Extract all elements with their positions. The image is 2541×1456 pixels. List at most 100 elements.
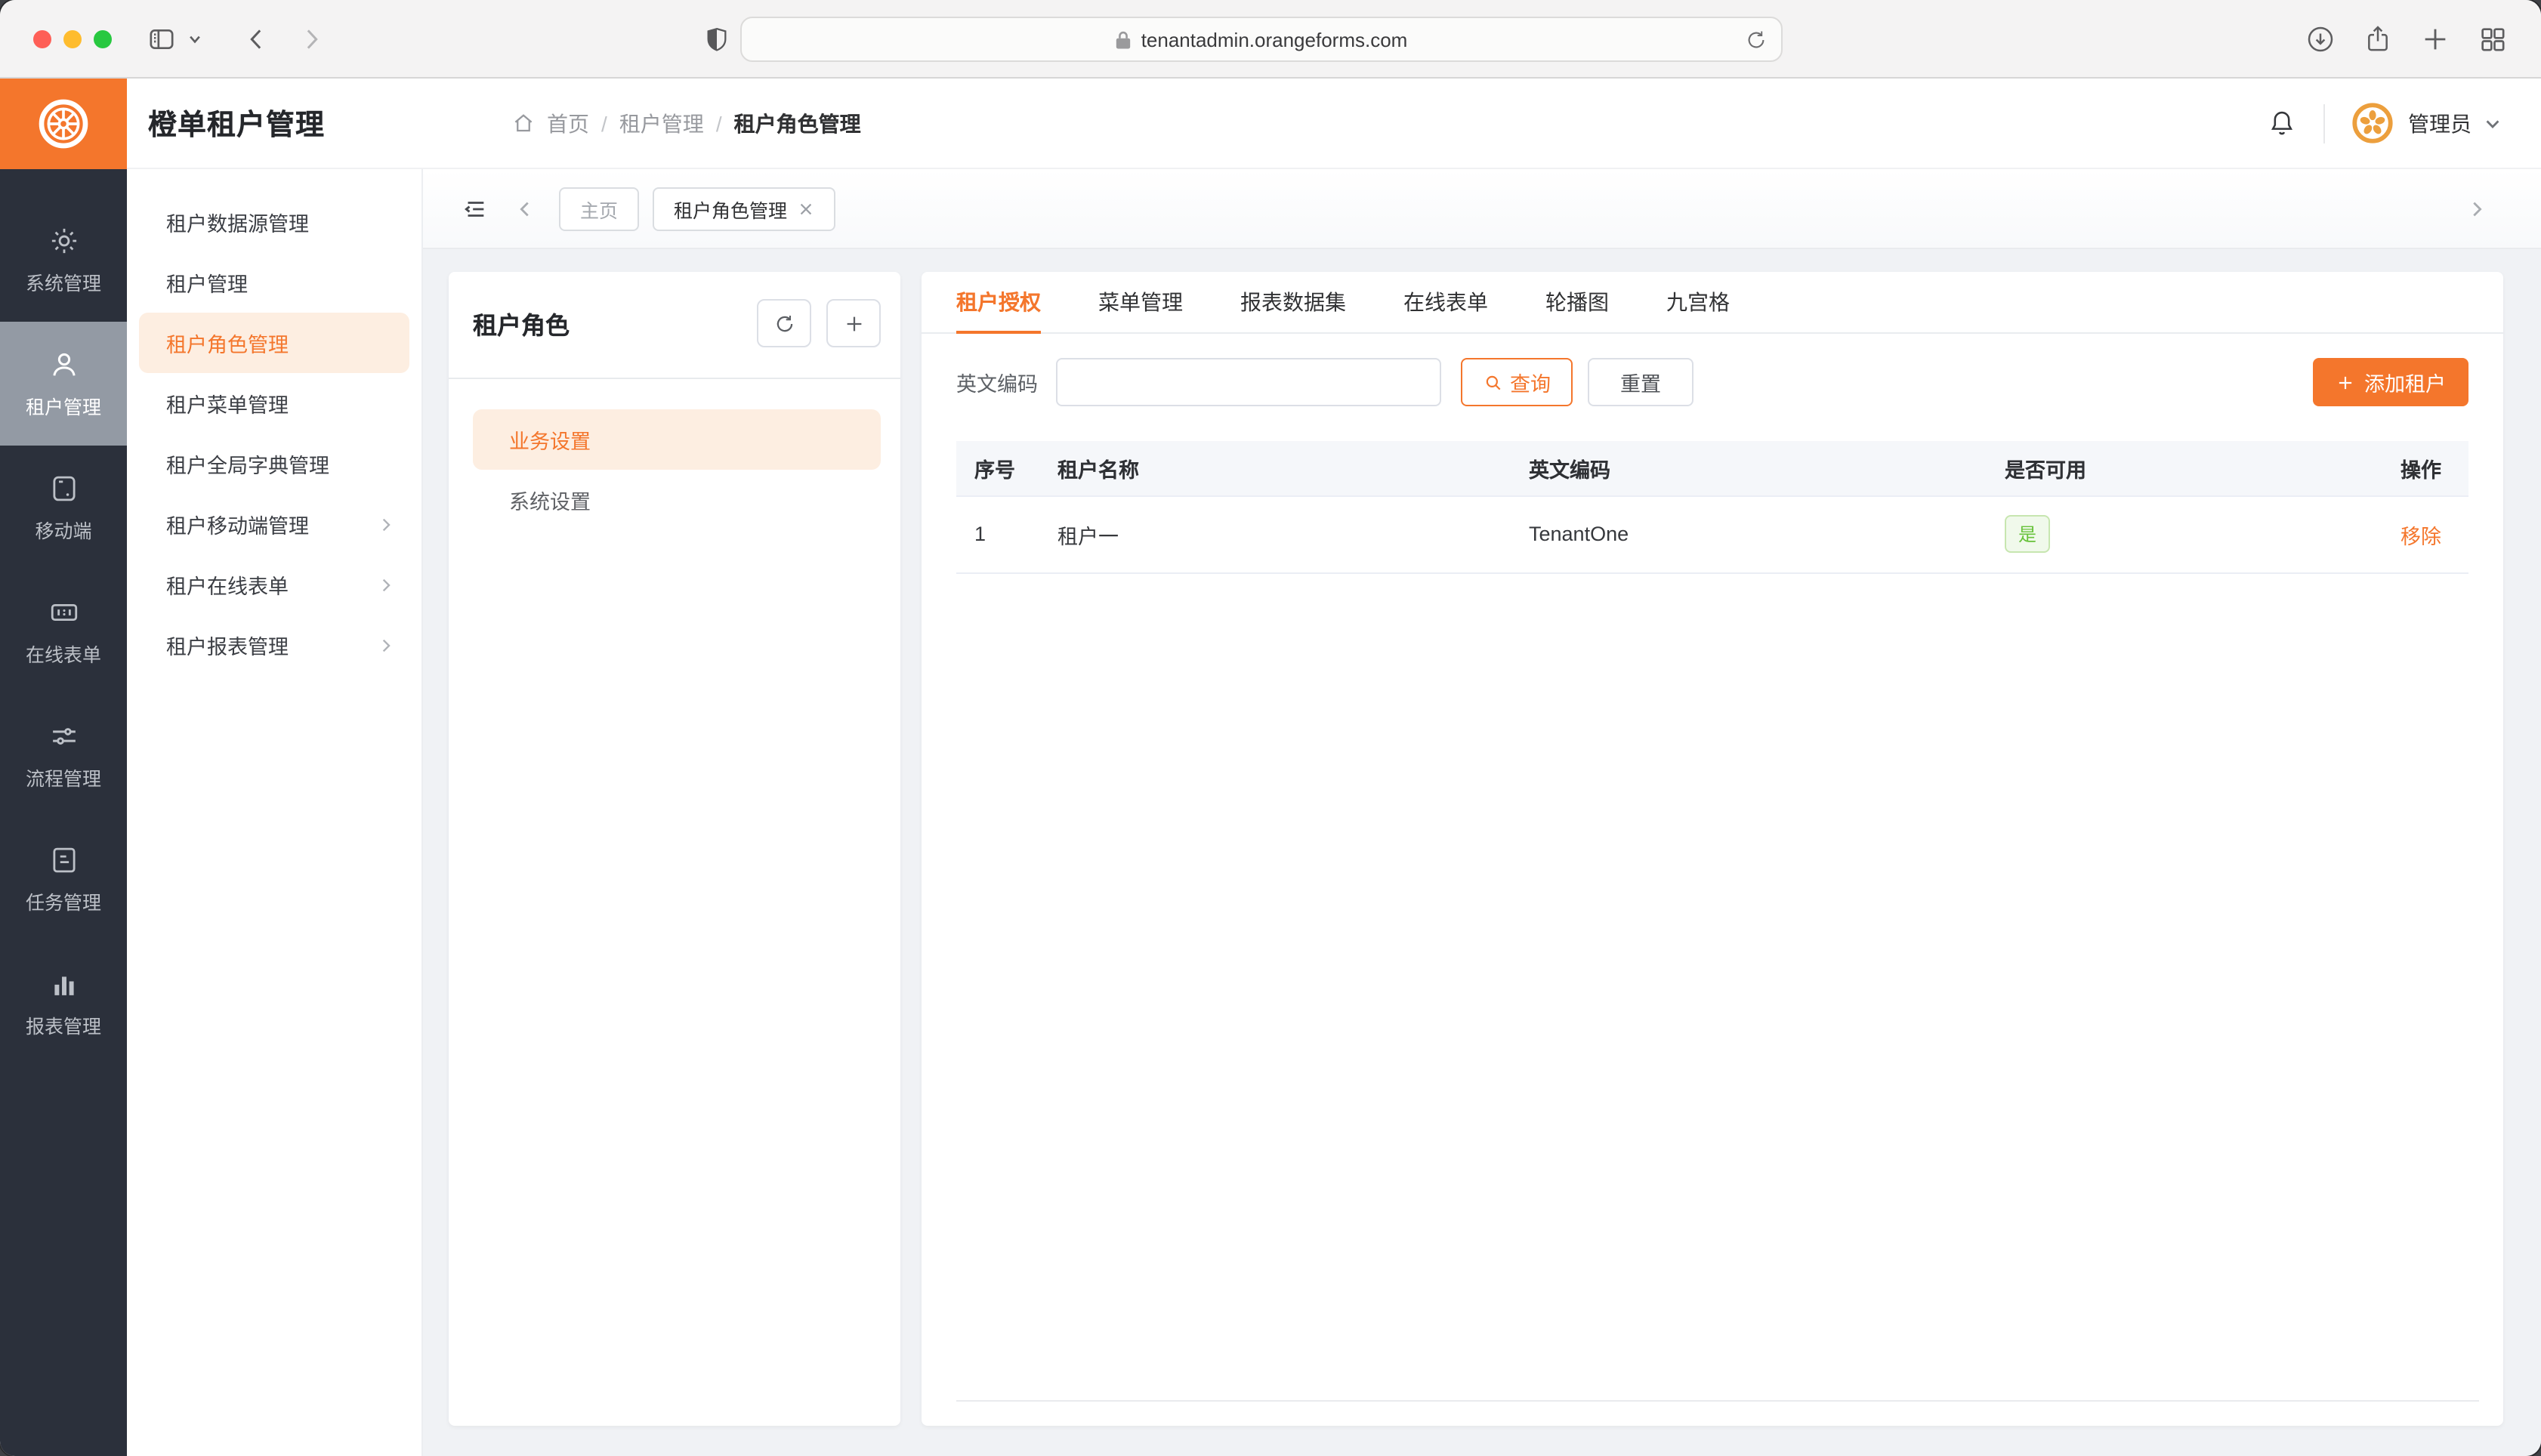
task-doc-icon [48,844,79,875]
breadcrumb-tenant-mgmt[interactable]: 租户管理 [619,108,704,138]
lock-icon [1116,29,1132,49]
new-tab-button[interactable] [2420,24,2450,54]
tab-tenant-authorization[interactable]: 租户授权 [956,272,1041,332]
chevron-right-icon [378,516,394,532]
sidebar-toggle-icon[interactable] [147,24,177,54]
main-area: 主页 租户角色管理 租户角色 [423,169,2541,1456]
user-avatar[interactable] [2352,103,2393,143]
rail-item-tenant-mgmt[interactable]: 租户管理 [0,322,127,446]
add-role-button[interactable] [826,299,881,347]
chevron-right-icon [378,637,394,653]
reset-button[interactable]: 重置 [1588,358,1693,406]
user-icon [48,348,79,380]
plus-icon [2336,372,2355,392]
orange-wheel-logo-icon [33,94,94,154]
page-tab-tenant-role-mgmt[interactable]: 租户角色管理 [653,187,835,230]
close-window-button[interactable] [33,30,51,48]
rail-item-label: 报表管理 [26,1010,101,1038]
user-menu-chevron-down-icon[interactable] [2484,114,2502,132]
collapse-sidebar-icon[interactable] [462,196,488,221]
breadcrumb-separator: / [716,111,722,135]
forward-button[interactable] [296,24,326,54]
remove-link[interactable]: 移除 [2401,525,2441,548]
minimize-window-button[interactable] [63,30,82,48]
rail-item-label: 流程管理 [26,762,101,791]
home-icon [512,112,535,134]
close-tab-icon[interactable] [798,200,814,217]
tab-menu-mgmt[interactable]: 菜单管理 [1098,272,1183,332]
rail-item-mobile[interactable]: 移动端 [0,446,127,569]
browser-window: tenantadmin.orangeforms.com [0,0,2541,1456]
back-button[interactable] [242,24,272,54]
refresh-button[interactable] [757,299,811,347]
sidebar-item-tenant-mobile-mgmt[interactable]: 租户移动端管理 [139,494,409,554]
sidebar-item-tenant-mgmt[interactable]: 租户管理 [139,252,409,313]
app-logo [0,79,127,169]
rail-item-label: 在线表单 [26,638,101,667]
search-icon [1483,372,1502,392]
sidebar-item-tenant-dict-mgmt[interactable]: 租户全局字典管理 [139,433,409,494]
tab-overview-button[interactable] [2478,24,2508,54]
add-tenant-button[interactable]: 添加租户 [2313,358,2468,406]
cell-action: 移除 [2382,495,2468,572]
tab-carousel[interactable]: 轮播图 [1545,272,1609,332]
sidebar-item-tenant-datasource[interactable]: 租户数据源管理 [139,192,409,252]
cell-seq: 1 [956,495,1039,572]
reload-icon[interactable] [1745,29,1768,51]
sliders-icon [48,720,79,751]
page-tab-bar: 主页 租户角色管理 [423,169,2541,249]
breadcrumb-current: 租户角色管理 [734,108,861,138]
mobile-icon [48,472,79,504]
zoom-window-button[interactable] [94,30,112,48]
pagination-divider [956,1400,2479,1402]
notification-bell-icon[interactable] [2268,109,2296,137]
english-code-input[interactable] [1056,358,1441,406]
rail-item-label: 系统管理 [26,267,101,295]
tab-nine-grid[interactable]: 九宫格 [1666,272,1730,332]
tenant-role-panel: 租户角色 业务设置 系统设置 [449,272,900,1426]
tenant-table: 序号 租户名称 英文编码 是否可用 操作 1 租户一 TenantOne [956,441,2468,573]
tab-report-dataset[interactable]: 报表数据集 [1240,272,1346,332]
role-item-business-settings[interactable]: 业务设置 [473,409,881,470]
secondary-sidebar: 租户数据源管理 租户管理 租户角色管理 租户菜单管理 租户全局字典管理 租户移动… [127,169,423,1456]
panel-title: 租户角色 [473,305,570,341]
rail-item-label: 任务管理 [26,886,101,915]
rail-item-label: 移动端 [35,514,91,543]
online-form-icon [48,596,79,628]
tab-online-form[interactable]: 在线表单 [1403,272,1488,332]
cell-available: 是 [1987,495,2382,572]
sidebar-dropdown-chevron-icon[interactable] [187,32,202,47]
role-item-system-settings[interactable]: 系统设置 [473,470,881,530]
rail-item-label: 租户管理 [26,390,101,419]
downloads-button[interactable] [2305,24,2336,54]
privacy-shield-icon[interactable] [704,26,730,54]
role-detail-panel: 租户授权 菜单管理 报表数据集 在线表单 轮播图 九宫格 英文编码 查询 [922,272,2503,1426]
rail-item-system-mgmt[interactable]: 系统管理 [0,198,127,322]
filter-field-label: 英文编码 [956,367,1038,397]
cell-english-code: TenantOne [1511,495,1987,572]
user-name[interactable]: 管理员 [2408,108,2472,138]
breadcrumb-separator: / [601,111,607,135]
bar-chart-icon [48,967,79,999]
rail-item-online-form[interactable]: 在线表单 [0,569,127,693]
share-button[interactable] [2363,24,2393,54]
status-badge: 是 [2005,515,2050,553]
rail-item-workflow-mgmt[interactable]: 流程管理 [0,693,127,817]
sidebar-item-tenant-report-mgmt[interactable]: 租户报表管理 [139,615,409,675]
cell-tenant-name: 租户一 [1039,495,1511,572]
breadcrumb-home[interactable]: 首页 [547,108,589,138]
sidebar-item-tenant-menu-mgmt[interactable]: 租户菜单管理 [139,373,409,433]
browser-toolbar: tenantadmin.orangeforms.com [0,0,2541,79]
rail-item-task-mgmt[interactable]: 任务管理 [0,817,127,941]
page-tab-home[interactable]: 主页 [559,187,639,230]
search-button[interactable]: 查询 [1461,358,1573,406]
table-header-row: 序号 租户名称 英文编码 是否可用 操作 [956,441,2468,495]
tabs-scroll-left-icon[interactable] [515,199,535,218]
address-bar[interactable]: tenantadmin.orangeforms.com [740,17,1783,62]
tabs-scroll-right-icon[interactable] [2467,199,2487,218]
url-text: tenantadmin.orangeforms.com [1141,28,1408,51]
sidebar-item-tenant-online-form[interactable]: 租户在线表单 [139,554,409,615]
rail-item-report-mgmt[interactable]: 报表管理 [0,941,127,1065]
detail-tabs: 租户授权 菜单管理 报表数据集 在线表单 轮播图 九宫格 [922,272,2503,334]
sidebar-item-tenant-role-mgmt[interactable]: 租户角色管理 [139,313,409,373]
